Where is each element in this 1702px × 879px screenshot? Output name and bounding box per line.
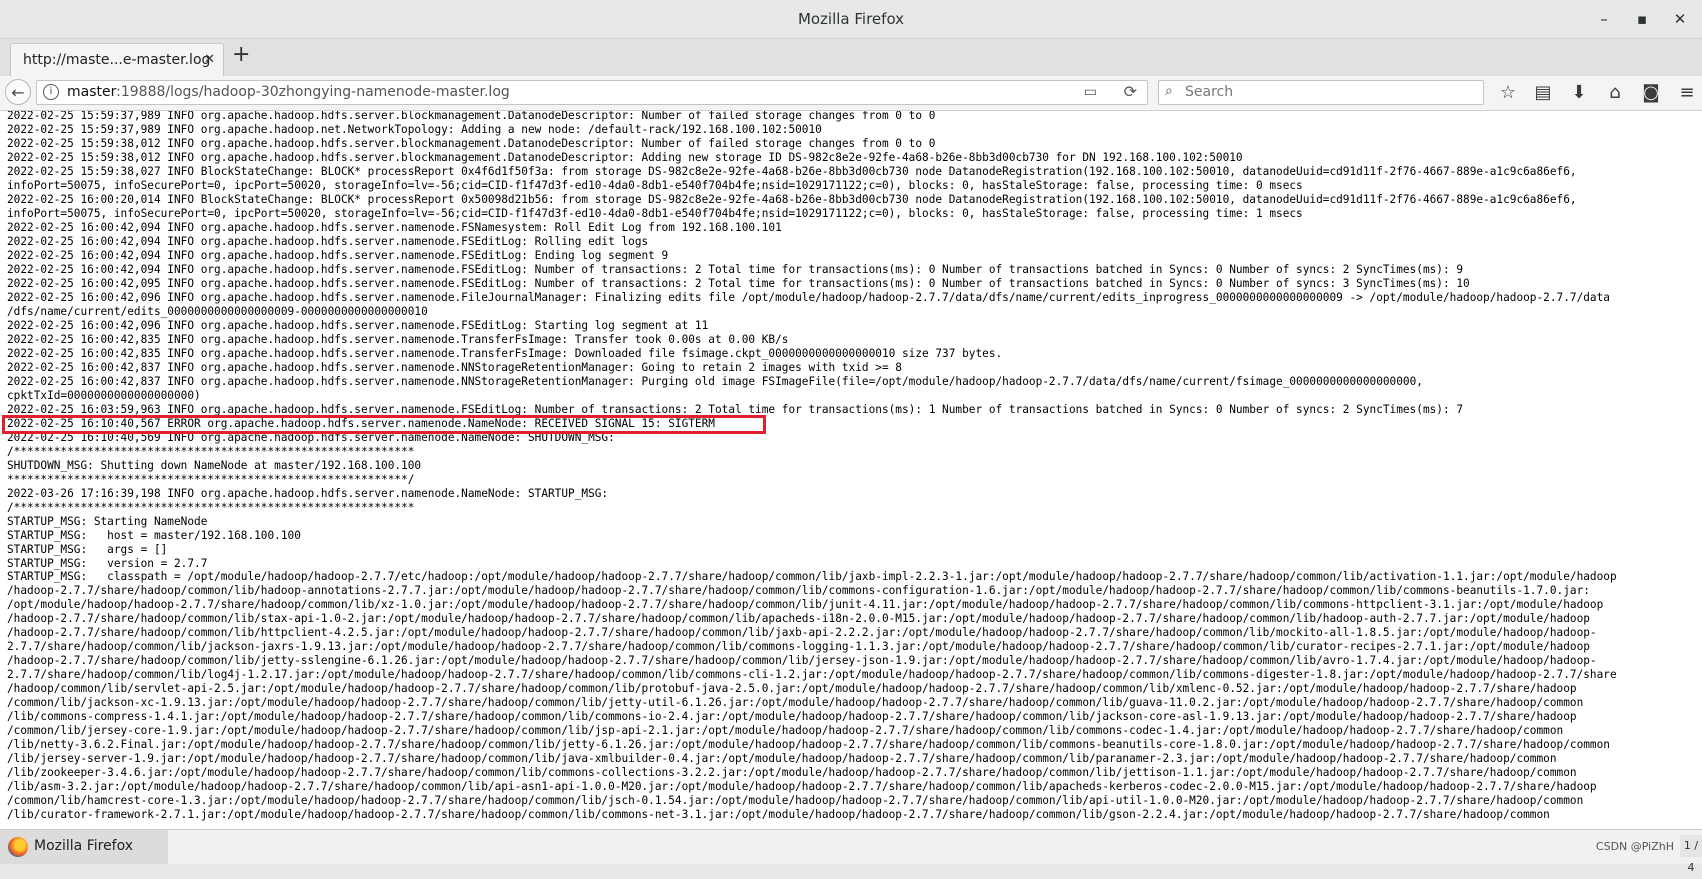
- bookmark-star-icon[interactable]: ☆: [1493, 80, 1523, 106]
- bookmarks-library-icon[interactable]: ▤: [1528, 80, 1558, 106]
- back-button[interactable]: ←: [5, 79, 31, 105]
- log-lines-before-error: 2022-02-25 15:59:37,989 INFO org.apache.…: [7, 111, 1610, 416]
- tab-title: http://maste...e-master.log: [23, 52, 211, 68]
- reload-icon[interactable]: ⟳: [1124, 82, 1137, 101]
- tab-close-icon[interactable]: ✕: [204, 52, 215, 67]
- tab-strip: http://maste...e-master.log ✕: [0, 39, 1702, 76]
- home-icon[interactable]: ⌂: [1600, 80, 1630, 106]
- downloads-icon[interactable]: ⬇: [1564, 80, 1594, 106]
- site-info-icon[interactable]: i: [43, 84, 59, 100]
- tab-log-file[interactable]: http://maste...e-master.log ✕: [10, 43, 224, 76]
- close-window-button[interactable]: ✕: [1666, 6, 1694, 32]
- workspace-pager[interactable]: 1 / 4: [1680, 835, 1702, 874]
- search-bar[interactable]: ⌕ Search: [1158, 80, 1484, 105]
- watermark: CSDN @PiZhH: [1595, 840, 1674, 853]
- pocket-icon[interactable]: ◙: [1636, 80, 1666, 106]
- page-content[interactable]: 2022-02-25 15:59:37,989 INFO org.apache.…: [0, 111, 1702, 829]
- window-titlebar: Mozilla Firefox – ▪ ✕: [0, 0, 1702, 39]
- reader-view-icon[interactable]: ▭: [1084, 84, 1097, 100]
- url-path: :19888/logs/hadoop-30zhongying-namenode-…: [116, 84, 510, 100]
- window-title: Mozilla Firefox: [797, 10, 905, 28]
- log-lines-after-error: 2022-02-25 16:10:40,569 INFO org.apache.…: [7, 430, 1617, 822]
- search-icon: ⌕: [1165, 83, 1173, 99]
- taskbar-firefox-item[interactable]: Mozilla Firefox: [0, 830, 168, 864]
- url-bar[interactable]: i master:19888/logs/hadoop-30zhongying-n…: [36, 80, 1148, 105]
- minimize-button[interactable]: –: [1590, 6, 1618, 32]
- error-highlight-box: [2, 415, 766, 434]
- maximize-button[interactable]: ▪: [1628, 6, 1656, 32]
- navigation-toolbar: ← i master:19888/logs/hadoop-30zhongying…: [0, 76, 1702, 111]
- firefox-icon: [8, 837, 28, 857]
- taskbar: Mozilla Firefox CSDN @PiZhH 1 / 4: [0, 829, 1702, 874]
- url-text[interactable]: master:19888/logs/hadoop-30zhongying-nam…: [67, 84, 510, 100]
- search-placeholder: Search: [1185, 84, 1234, 100]
- log-text: 2022-02-25 15:59:37,989 INFO org.apache.…: [7, 111, 1617, 822]
- menu-icon[interactable]: ≡: [1672, 80, 1702, 106]
- taskbar-app-label: Mozilla Firefox: [34, 838, 134, 854]
- new-tab-button[interactable]: +: [232, 44, 250, 66]
- url-host: master: [67, 84, 117, 100]
